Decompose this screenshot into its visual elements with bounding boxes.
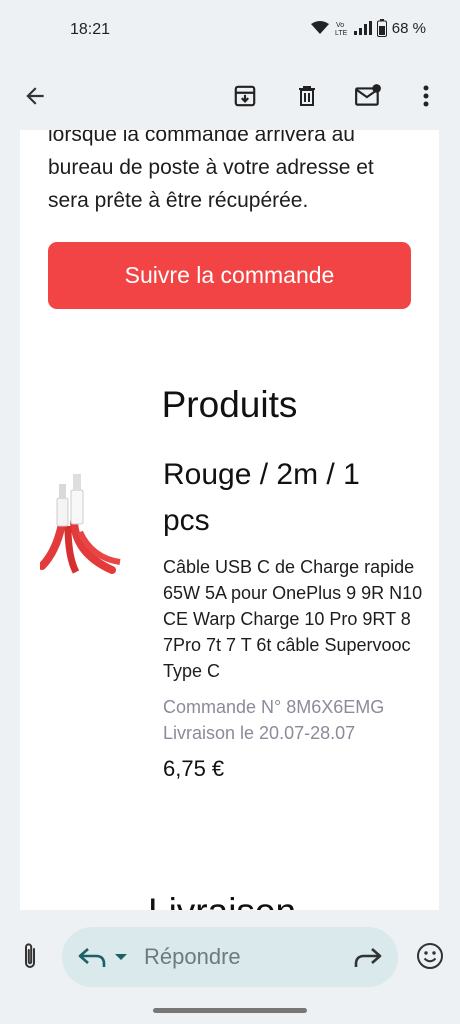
- svg-text:Vo: Vo: [336, 22, 344, 29]
- status-icons: Vo LTE 68 %: [310, 19, 426, 37]
- svg-text:LTE: LTE: [335, 30, 348, 36]
- attach-icon: [25, 943, 35, 968]
- forward-icon[interactable]: [352, 943, 384, 971]
- intro-paragraph: lorsque la commande arrivera au bureau d…: [48, 130, 374, 212]
- reply-placeholder: Répondre: [144, 944, 241, 969]
- emoji-icon: [417, 943, 443, 969]
- more-options-button[interactable]: [402, 72, 450, 120]
- archive-icon: [234, 85, 256, 107]
- status-bar: 18:21 Vo LTE 68 %: [0, 0, 460, 62]
- archive-button[interactable]: [221, 72, 269, 120]
- back-arrow-icon: [26, 87, 44, 105]
- delivery-dates: Livraison le 20.07-28.07: [163, 723, 356, 743]
- delete-button[interactable]: [283, 72, 331, 120]
- next-section-text: Livraison: [148, 892, 296, 910]
- product-price: 6,75 €: [163, 756, 225, 781]
- usb-c-cable-image: [40, 474, 121, 574]
- battery-percent: 68 %: [391, 19, 426, 37]
- wifi-icon: [310, 21, 329, 34]
- delete-icon: [299, 86, 315, 106]
- reply-bar: Répondre: [0, 910, 460, 1024]
- attach-button[interactable]: [8, 934, 52, 978]
- track-order-button[interactable]: Suivre la commande: [48, 242, 411, 309]
- product-description: Câble USB C de Charge rapide 65W 5A pour…: [163, 557, 423, 681]
- product-variant: Rouge / 2m / 1 pcs: [163, 458, 360, 537]
- order-number: Commande N° 8M6X6EMG: [163, 697, 385, 717]
- status-time: 18:21: [70, 21, 111, 38]
- next-section-heading: Livraison: [148, 892, 296, 910]
- volte-icon: Vo LTE: [335, 22, 348, 36]
- home-indicator[interactable]: [153, 1008, 307, 1013]
- chevron-down-icon[interactable]: [112, 949, 130, 965]
- products-heading: Produits: [161, 384, 298, 425]
- email-body: lorsque la commande arrivera au bureau d…: [20, 130, 439, 910]
- signal-icon: [353, 21, 372, 35]
- reply-icon[interactable]: [76, 943, 108, 971]
- more-vert-icon: [423, 85, 429, 107]
- order-meta: Commande N° 8M6X6EMG Livraison le 20.07-…: [163, 694, 428, 746]
- mark-unread-button[interactable]: [344, 72, 392, 120]
- mark-unread-icon: [355, 84, 381, 106]
- emoji-button[interactable]: [408, 934, 452, 978]
- back-button[interactable]: [11, 72, 59, 120]
- reply-field[interactable]: Répondre: [62, 927, 398, 987]
- app-bar: [0, 62, 460, 130]
- battery-icon: [376, 19, 387, 37]
